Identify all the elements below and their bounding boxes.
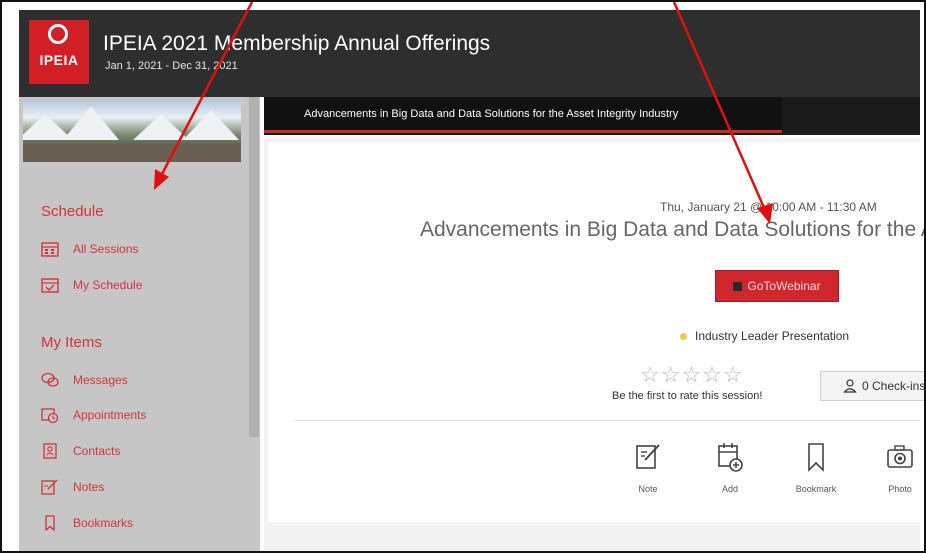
sidebar-item-label: Appointments bbox=[73, 408, 147, 422]
gotowebinar-button[interactable]: GoToWebinar bbox=[715, 270, 839, 302]
sidebar-item-appointments[interactable]: Appointments bbox=[41, 403, 146, 427]
town-shape bbox=[23, 144, 241, 162]
sidebar-scrollbar[interactable] bbox=[249, 97, 259, 437]
calendar-icon bbox=[41, 242, 59, 257]
event-title: IPEIA 2021 Membership Annual Offerings bbox=[103, 32, 491, 55]
section-divider bbox=[294, 420, 920, 421]
sidebar-item-label: All Sessions bbox=[73, 242, 139, 256]
add-action-button[interactable]: Add bbox=[700, 442, 760, 494]
notes-icon bbox=[41, 479, 58, 495]
sidebar-item-bookmarks[interactable]: Bookmarks bbox=[41, 511, 133, 535]
tab-session[interactable]: Advancements in Big Data and Data Soluti… bbox=[264, 97, 782, 133]
mountain-shape bbox=[133, 114, 189, 140]
sidebar-item-label: Messages bbox=[73, 373, 128, 387]
event-banner-image bbox=[23, 100, 241, 162]
main-content: Thu, January 21 @ 10:00 AM - 11:30 AM Ad… bbox=[264, 138, 924, 551]
calendar-add-icon bbox=[718, 443, 743, 472]
session-tag-label: Industry Leader Presentation bbox=[695, 329, 850, 343]
sidebar-item-all-sessions[interactable]: All Sessions bbox=[41, 237, 138, 261]
rating-stars[interactable]: ☆☆☆☆☆ bbox=[640, 362, 744, 388]
sidebar-item-my-schedule[interactable]: My Schedule bbox=[41, 273, 142, 297]
session-title: Advancements in Big Data and Data Soluti… bbox=[420, 218, 924, 241]
contacts-icon bbox=[43, 443, 57, 459]
bookmark-icon bbox=[45, 515, 55, 531]
logo-text: IPEIA bbox=[39, 52, 79, 68]
mountain-shape bbox=[63, 106, 119, 140]
appointments-icon bbox=[41, 408, 59, 423]
gotowebinar-label: GoToWebinar bbox=[747, 279, 821, 293]
sidebar-item-label: Notes bbox=[73, 480, 105, 494]
sidebar-item-label: Contacts bbox=[73, 444, 121, 458]
sidebar-item-contacts[interactable]: Contacts bbox=[41, 439, 120, 463]
event-header: IPEIA IPEIA 2021 Membership Annual Offer… bbox=[19, 10, 920, 97]
logo-ring-icon bbox=[48, 24, 68, 44]
calendar-check-icon bbox=[41, 278, 59, 293]
messages-icon bbox=[41, 372, 59, 387]
action-label: Bookmark bbox=[795, 484, 837, 494]
action-label: Add bbox=[721, 484, 738, 494]
session-tab-bar: Advancements in Big Data and Data Soluti… bbox=[264, 97, 920, 135]
mountain-shape bbox=[183, 110, 239, 140]
camera-icon bbox=[887, 445, 913, 468]
app-frame: IPEIA IPEIA 2021 Membership Annual Offer… bbox=[0, 0, 926, 553]
rating-prompt: Be the first to rate this session! bbox=[612, 390, 763, 402]
action-label: Photo bbox=[888, 484, 912, 494]
my-items-heading: My Items bbox=[41, 334, 102, 351]
session-time: Thu, January 21 @ 10:00 AM - 11:30 AM bbox=[660, 200, 877, 214]
tag-dot-icon bbox=[680, 332, 687, 340]
bookmark-action-button[interactable]: Bookmark bbox=[786, 442, 846, 494]
session-card: Thu, January 21 @ 10:00 AM - 11:30 AM Ad… bbox=[268, 142, 924, 522]
ipeia-logo[interactable]: IPEIA bbox=[29, 20, 89, 84]
action-label: Note bbox=[638, 484, 658, 494]
sidebar-item-label: My Schedule bbox=[73, 278, 143, 292]
sidebar-item-notes[interactable]: Notes bbox=[41, 475, 104, 499]
person-icon bbox=[843, 379, 857, 393]
session-tag: Industry Leader Presentation bbox=[680, 329, 849, 343]
sidebar-item-label: Bookmarks bbox=[73, 516, 134, 530]
note-action-button[interactable]: Note bbox=[618, 442, 678, 494]
checkin-button[interactable]: 0 Check-ins bbox=[820, 371, 926, 401]
event-dates: Jan 1, 2021 - Dec 31, 2021 bbox=[105, 60, 238, 72]
sidebar-item-messages[interactable]: Messages bbox=[41, 368, 128, 392]
checkin-label: 0 Check-ins bbox=[862, 379, 926, 393]
webinar-icon bbox=[733, 281, 743, 291]
schedule-heading: Schedule bbox=[41, 203, 104, 220]
note-icon bbox=[636, 444, 660, 469]
bookmark-icon bbox=[808, 443, 824, 472]
photo-action-button[interactable]: Photo bbox=[870, 442, 924, 494]
sidebar: Schedule All Sessions My Schedule My Ite… bbox=[19, 97, 260, 551]
